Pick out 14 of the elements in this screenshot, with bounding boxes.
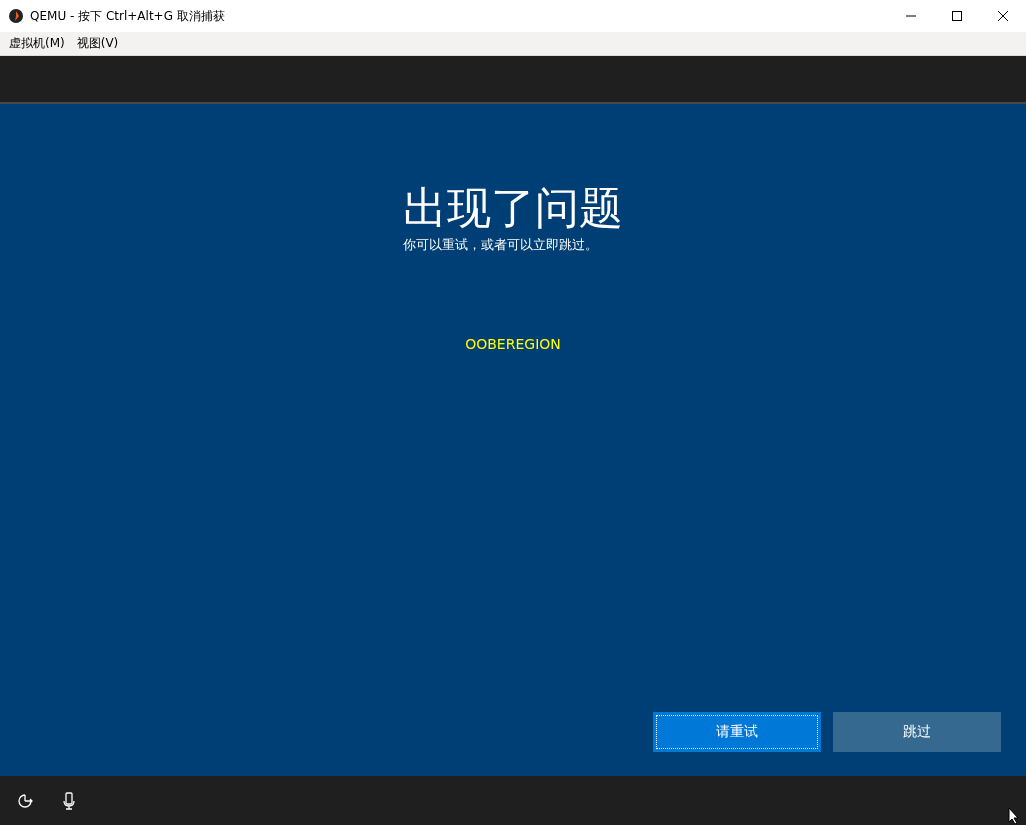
microphone-icon	[62, 791, 76, 810]
mouse-cursor-icon	[1008, 807, 1020, 825]
error-code: OOBEREGION	[465, 336, 561, 352]
window-title: QEMU - 按下 Ctrl+Alt+G 取消捕获	[30, 7, 226, 25]
close-icon	[998, 11, 1008, 21]
menu-item[interactable]: 视图(V)	[70, 32, 125, 55]
maximize-icon	[952, 11, 962, 21]
error-message: 你可以重试，或者可以立即跳过。	[403, 236, 598, 254]
menu-item[interactable]: 虚拟机(M)	[3, 32, 71, 55]
skip-button[interactable]: 跳过	[833, 712, 1001, 752]
app-logo-icon	[8, 8, 24, 24]
error-heading: 出现了问题	[403, 181, 623, 235]
retry-button[interactable]: 请重试	[653, 712, 821, 752]
accessibility-icon	[16, 791, 34, 810]
